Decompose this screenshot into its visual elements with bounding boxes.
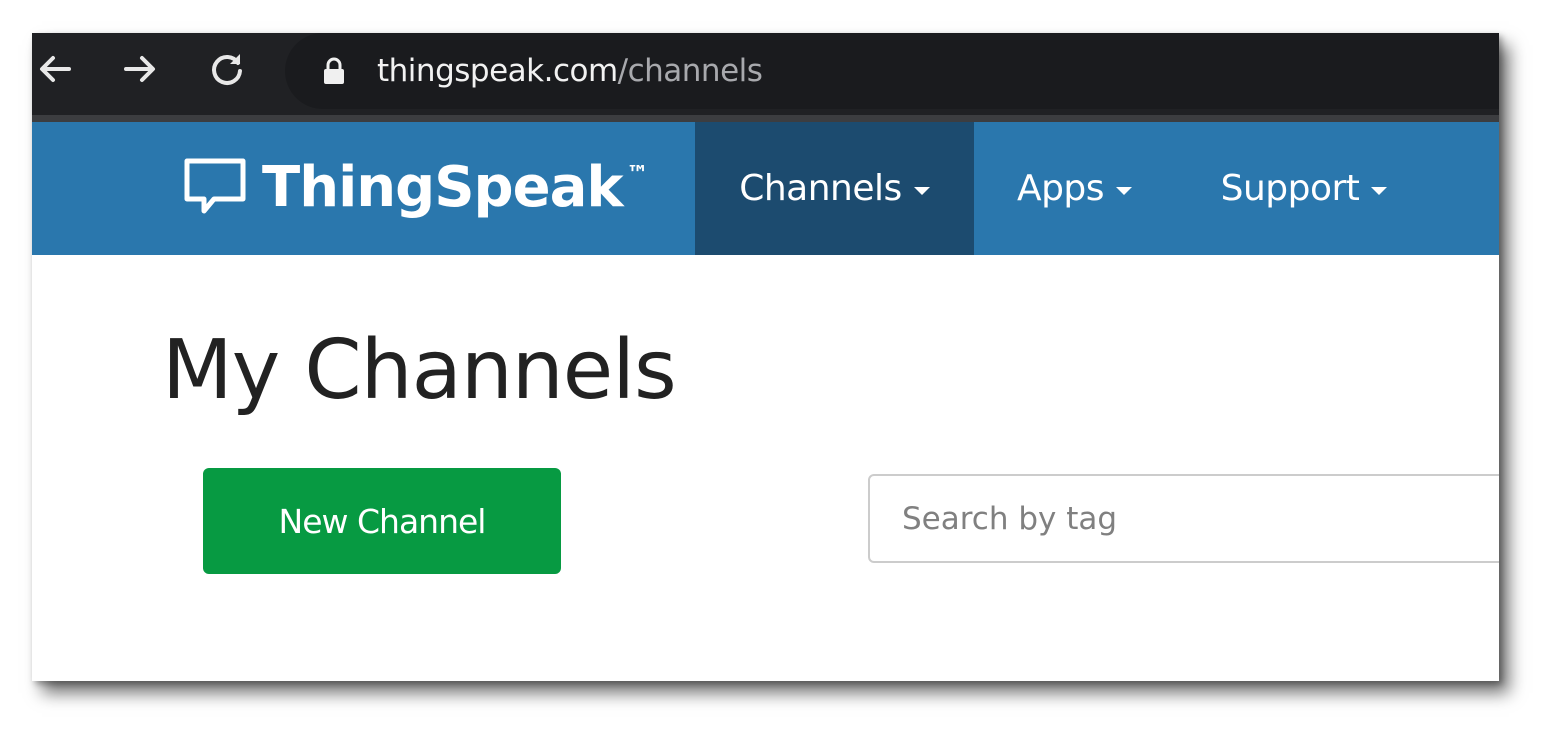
page-title: My Channels (162, 323, 677, 418)
new-channel-button[interactable]: New Channel (203, 468, 561, 574)
nav-apps-label: Apps (1016, 168, 1105, 209)
speech-bubble-icon (184, 158, 246, 214)
url-path: /channels (617, 53, 763, 89)
brand-name-text: ThingSpeak (262, 155, 624, 220)
lock-icon (319, 56, 349, 86)
forward-arrow-icon[interactable] (120, 49, 160, 89)
thingspeak-logo-link[interactable]: ThingSpeak ™ (182, 152, 649, 224)
screenshot-frame: thingspeak.com/channels ThingSpeak ™ Chan… (32, 33, 1499, 681)
caret-down-icon (1371, 186, 1388, 195)
search-by-tag-input[interactable] (868, 474, 1499, 563)
url-text: thingspeak.com/channels (377, 53, 763, 89)
nav-apps-dropdown[interactable]: Apps (1002, 122, 1147, 255)
address-bar[interactable]: thingspeak.com/channels (285, 33, 1499, 109)
nav-support-label: Support (1220, 168, 1360, 209)
back-arrow-icon[interactable] (35, 49, 75, 89)
brand-name: ThingSpeak ™ (262, 160, 649, 216)
caret-down-icon (1116, 186, 1133, 195)
trademark-symbol: ™ (626, 162, 649, 187)
nav-channels-dropdown[interactable]: Channels (695, 122, 974, 255)
url-host: thingspeak.com (377, 53, 618, 89)
nav-support-dropdown[interactable]: Support (1204, 122, 1404, 255)
nav-channels-label: Channels (739, 168, 902, 209)
browser-toolbar: thingspeak.com/channels (32, 33, 1499, 122)
site-navbar: ThingSpeak ™ Channels Apps Support (32, 122, 1499, 255)
caret-down-icon (913, 186, 930, 195)
reload-icon[interactable] (207, 49, 247, 89)
